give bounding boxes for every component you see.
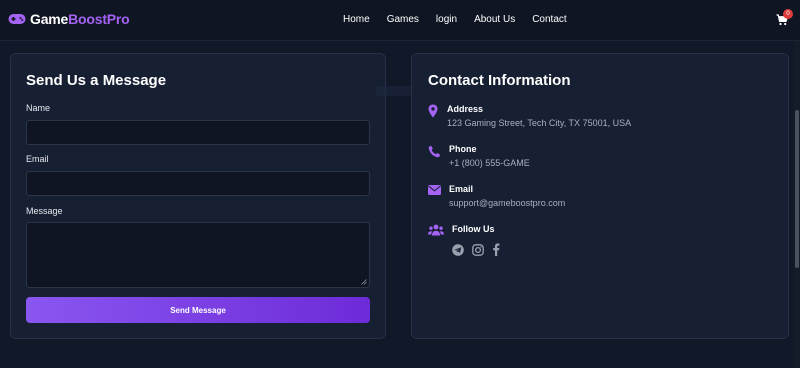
email-label: Email — [449, 184, 474, 194]
cart-count-badge: 0 — [783, 9, 793, 19]
email-field[interactable] — [26, 171, 370, 196]
telegram-icon[interactable] — [452, 243, 464, 261]
location-pin-icon — [428, 104, 438, 118]
facebook-icon[interactable] — [492, 243, 500, 261]
nav-link-home[interactable]: Home — [343, 14, 370, 25]
scrollbar-thumb[interactable] — [795, 110, 799, 268]
address-value: 123 Gaming Street, Tech City, TX 75001, … — [447, 118, 632, 128]
send-message-button[interactable]: Send Message — [26, 297, 370, 323]
nav-link-contact[interactable]: Contact — [532, 14, 566, 25]
envelope-icon — [428, 185, 441, 195]
phone-value: +1 (800) 555-GAME — [449, 158, 530, 168]
email-value[interactable]: support@gameboostpro.com — [449, 198, 565, 208]
nav-links: Home Games login About Us Contact — [343, 14, 584, 25]
address-label: Address — [447, 104, 484, 114]
gamepad-icon — [8, 14, 26, 24]
brand-logo[interactable]: GameBoostPro — [8, 11, 130, 27]
brand-name: GameBoostPro — [30, 11, 130, 27]
resize-grip-icon[interactable] — [361, 279, 367, 285]
phone-label: Phone — [449, 144, 477, 154]
contact-form-card: Send Us a Message Name Email Message Sen… — [10, 53, 386, 339]
name-field[interactable] — [26, 120, 370, 145]
brand-name-white: Game — [30, 11, 69, 27]
contact-info-card: Contact Information Address 123 Gaming S… — [411, 53, 789, 339]
nav-link-about[interactable]: About Us — [474, 14, 515, 25]
nav-link-games[interactable]: Games — [387, 14, 419, 25]
social-links — [452, 243, 508, 261]
instagram-icon[interactable] — [472, 243, 484, 261]
nav-link-login[interactable]: login — [436, 14, 457, 25]
email-label: Email — [26, 154, 49, 164]
contact-title: Contact Information — [428, 72, 571, 89]
form-title: Send Us a Message — [26, 72, 167, 89]
message-field[interactable] — [26, 222, 370, 288]
brand-name-purple: BoostPro — [68, 11, 130, 27]
message-label: Message — [26, 206, 63, 216]
top-navbar: GameBoostPro Home Games login About Us C… — [0, 0, 800, 41]
follow-label: Follow Us — [452, 224, 495, 234]
users-icon — [428, 224, 444, 236]
name-label: Name — [26, 103, 51, 113]
phone-icon — [428, 145, 441, 158]
